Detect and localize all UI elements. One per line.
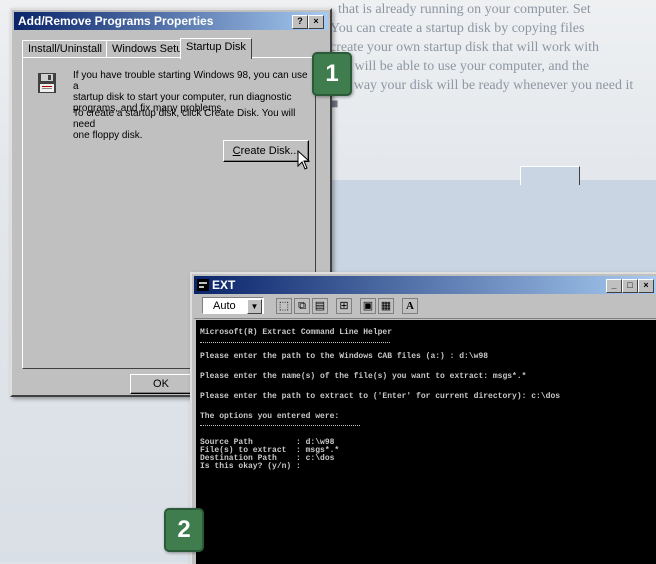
paste-icon[interactable]: ▤ <box>312 298 328 314</box>
console-output[interactable]: Microsoft(R) Extract Command Line Helper… <box>196 320 656 564</box>
font-size-select[interactable]: Auto ▼ <box>202 297 264 314</box>
close-button[interactable]: × <box>308 15 324 29</box>
page-text-line: you will be able to use your computer, a… <box>330 59 590 74</box>
ok-button[interactable]: OK <box>130 374 192 394</box>
console-line: Microsoft(R) Extract Command Line Helper <box>200 328 393 337</box>
mouse-pointer-icon <box>297 150 311 170</box>
dialog-title: Add/Remove Programs Properties <box>18 14 214 28</box>
page-text-line: create your own startup disk that will w… <box>330 40 600 55</box>
help-button[interactable]: ? <box>292 15 308 29</box>
description-line: If you have trouble starting Windows 98,… <box>73 70 308 92</box>
chevron-down-icon[interactable]: ▼ <box>247 299 262 314</box>
ext-toolbar: Auto ▼ ⬚ ⧉ ▤ ⊞ ▣ ▦ A <box>194 294 656 319</box>
create-disk-instruction: To create a startup disk, click Create D… <box>73 108 315 141</box>
create-disk-mnemonic: C <box>232 145 241 157</box>
description-line: startup disk to start your computer, run… <box>73 92 292 103</box>
page-end-glyph: ■ <box>330 97 339 112</box>
create-disk-label: reate Disk... <box>240 145 300 157</box>
font-icon[interactable]: A <box>402 298 418 314</box>
console-line: The options you entered were: <box>200 412 340 421</box>
console-line: Please enter the name(s) of the file(s) … <box>200 372 527 381</box>
console-line: Please enter the path to extract to ('En… <box>200 392 561 401</box>
ext-close-button[interactable]: × <box>638 279 654 293</box>
ext-titlebar: EXT _ □ × <box>194 276 656 294</box>
maximize-button[interactable]: □ <box>622 279 638 293</box>
step-badge-1: 1 <box>312 52 352 96</box>
page-text-line: this way your disk will be ready wheneve… <box>330 78 634 93</box>
page-text-line: that is already running on your computer… <box>338 2 591 17</box>
ext-title: EXT <box>212 278 236 292</box>
console-separator <box>200 342 390 343</box>
startup-disk-icon <box>38 73 56 93</box>
mark-icon[interactable]: ⬚ <box>276 298 292 314</box>
console-line: Please enter the path to the Windows CAB… <box>200 352 489 361</box>
tab-install-uninstall[interactable]: Install/Uninstall <box>22 40 108 58</box>
msdos-icon <box>197 279 209 291</box>
book-panel-tab <box>520 166 580 185</box>
dialog-titlebar: Add/Remove Programs Properties ? × <box>14 12 328 30</box>
tab-startup-disk[interactable]: Startup Disk <box>180 38 252 59</box>
background-icon[interactable]: ▦ <box>378 298 394 314</box>
copy-icon[interactable]: ⧉ <box>294 298 310 314</box>
minimize-button[interactable]: _ <box>606 279 622 293</box>
full-screen-icon[interactable]: ⊞ <box>336 298 352 314</box>
book-page-text: that is already running on your computer… <box>330 0 656 150</box>
ext-console-window: EXT _ □ × Auto ▼ ⬚ ⧉ ▤ ⊞ ▣ ▦ A Microsoft… <box>190 272 656 564</box>
font-size-value: Auto <box>213 300 236 312</box>
instruction-line: To create a startup disk, click Create D… <box>73 108 296 130</box>
step-badge-2: 2 <box>164 508 204 552</box>
console-line: Is this okay? (y/n) : <box>200 462 301 471</box>
page-text-line: You can create a startup disk by copying… <box>330 21 585 36</box>
tab-windows-setup[interactable]: Windows Setup <box>106 40 188 58</box>
properties-icon[interactable]: ▣ <box>360 298 376 314</box>
console-separator <box>200 425 360 426</box>
